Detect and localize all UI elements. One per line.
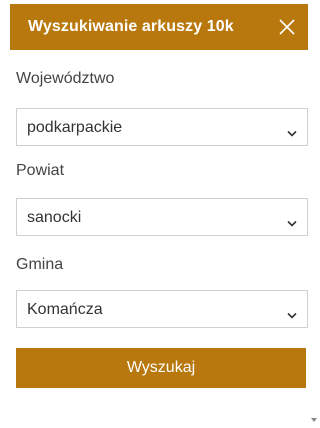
county-value: sanocki — [27, 209, 82, 226]
chevron-down-icon — [287, 215, 297, 227]
chevron-down-icon — [287, 125, 297, 137]
search-button[interactable]: Wyszukaj — [16, 348, 306, 388]
commune-label: Gmina — [16, 256, 64, 273]
close-icon[interactable] — [278, 18, 296, 36]
scrollbar[interactable] — [308, 56, 318, 418]
scroll-down-arrow-icon[interactable] — [311, 410, 317, 422]
county-label: Powiat — [16, 162, 65, 179]
commune-value: Komańcza — [27, 301, 103, 318]
county-select[interactable]: sanocki — [16, 198, 308, 236]
search-button-label: Wyszukaj — [126, 359, 196, 376]
voivodeship-select[interactable]: podkarpackie — [16, 108, 308, 146]
panel-header: Wyszukiwanie arkuszy 10k — [10, 4, 308, 50]
sheet-search-panel: Wyszukiwanie arkuszy 10k Województwo pod… — [0, 0, 318, 422]
voivodeship-label: Województwo — [16, 70, 115, 87]
chevron-down-icon — [287, 307, 297, 319]
voivodeship-value: podkarpackie — [27, 119, 123, 136]
panel-title: Wyszukiwanie arkuszy 10k — [28, 18, 234, 35]
commune-select[interactable]: Komańcza — [16, 290, 308, 328]
